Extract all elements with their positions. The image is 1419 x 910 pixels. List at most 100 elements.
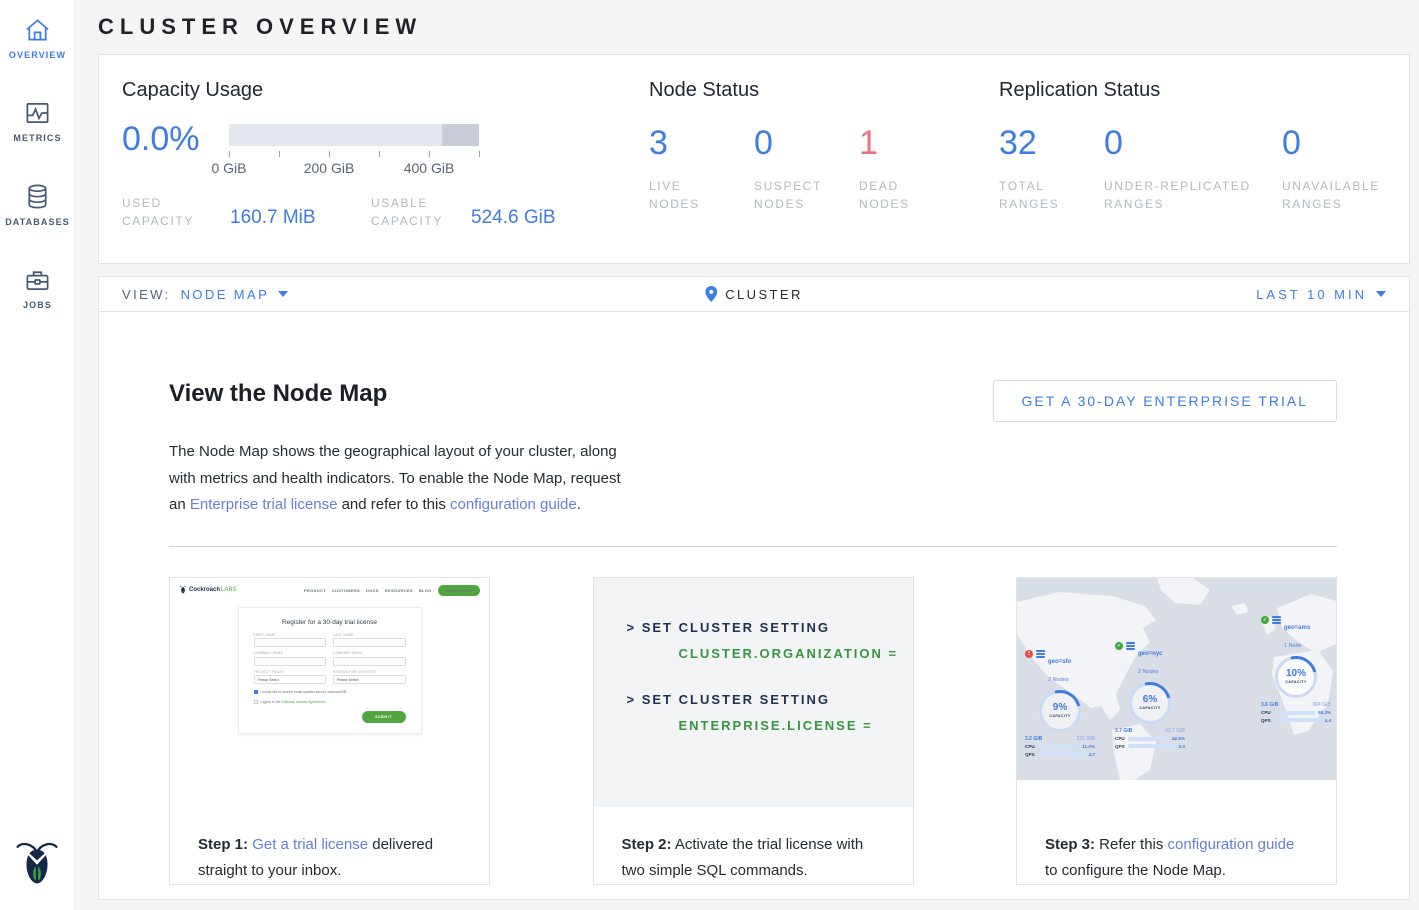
total-gib: 331 GiB <box>1076 736 1095 742</box>
unavailable-ranges-value: 0 <box>1282 126 1392 160</box>
qps-label: QPS <box>1025 752 1035 757</box>
replication-status-section: Replication Status 32 TOTAL RANGES 0 UND… <box>999 79 1409 263</box>
qps-sparkline <box>1128 744 1176 748</box>
sql-argument: CLUSTER.ORGANIZATION = <box>679 646 913 661</box>
usable-capacity-label: USABLE CAPACITY <box>371 194 457 230</box>
sidebar-item-databases[interactable]: DATABASES <box>0 166 75 227</box>
cpu-label: CPU <box>1261 710 1271 715</box>
caret-down-icon <box>278 291 288 297</box>
cluster-breadcrumb: CLUSTER <box>705 286 802 302</box>
node-map-panel: View the Node Map GET A 30-DAY ENTERPRIS… <box>98 312 1410 900</box>
step-label: Step 1: <box>198 836 248 853</box>
node-map-description: The Node Map shows the geographical layo… <box>169 439 621 519</box>
view-selector[interactable]: VIEW: NODE MAP <box>122 287 288 302</box>
cockroach-labs-logo: Cockroach LABS <box>179 585 236 595</box>
qps-sparkline <box>1038 752 1086 756</box>
sql-prompt: > <box>627 692 637 707</box>
sidebar-item-overview[interactable]: OVERVIEW <box>0 0 75 60</box>
live-nodes-value: 3 <box>649 126 754 160</box>
section-divider <box>169 546 1337 547</box>
step3-caption: Step 3: Refer this configuration guide t… <box>1017 807 1336 884</box>
sidebar-item-label: JOBS <box>0 300 75 310</box>
page-title: CLUSTER OVERVIEW <box>98 14 1410 40</box>
usable-capacity-value: 524.6 GiB <box>471 207 649 230</box>
healthy-dot-icon: ✓ <box>1115 642 1123 650</box>
suspect-nodes-label: SUSPECT NODES <box>754 177 826 213</box>
capacity-bar-chart: 0 GiB 200 GiB 400 GiB <box>229 124 479 178</box>
register-page-thumbnail: Cockroach LABS PRODUCT CUSTOMERS DOCS RE… <box>170 578 489 807</box>
description-text: . <box>577 496 581 513</box>
under-replicated-ranges-value: 0 <box>1104 126 1282 160</box>
mini-nav-item: RESOURCES <box>385 588 413 593</box>
node-map-title: View the Node Map <box>169 380 387 408</box>
axis-tick-label: 400 GiB <box>404 160 455 176</box>
capacity-percent: 6% <box>1143 695 1157 705</box>
cpu-value: 11.0% <box>1082 744 1095 749</box>
enterprise-trial-license-link[interactable]: Enterprise trial license <box>190 496 338 513</box>
capacity-usage-section: Capacity Usage 0.0% 0 GiB 200 GiB 400 Gi… <box>122 79 649 263</box>
time-range-value: LAST 10 MIN <box>1256 287 1367 302</box>
checkbox-icon <box>254 700 258 704</box>
capacity-caption: CAPACITY <box>1049 714 1070 718</box>
dead-nodes-stat: 1 DEAD NODES <box>859 126 921 213</box>
mini-nav-item: CUSTOMERS <box>332 588 360 593</box>
capacity-bar-nonusable-segment <box>442 124 480 146</box>
step-label: Step 2: <box>622 836 672 853</box>
dead-nodes-value: 1 <box>859 126 921 160</box>
qps-value: 0.0 <box>1179 744 1185 749</box>
used-gib: 3.7 GiB <box>1115 728 1132 734</box>
step3-card: ! geo=sfo 2 Nodes 9% CAPACITY <box>1016 577 1337 885</box>
get-trial-license-link[interactable]: Get a trial license <box>252 836 368 853</box>
qps-value: 4.7 <box>1089 752 1095 757</box>
node-map-thumbnail: ! geo=sfo 2 Nodes 9% CAPACITY <box>1017 578 1336 807</box>
nodes-stack-icon <box>1272 616 1281 625</box>
enterprise-trial-button[interactable]: GET A 30-DAY ENTERPRISE TRIAL <box>993 380 1338 422</box>
cluster-summary-panel: Capacity Usage 0.0% 0 GiB 200 GiB 400 Gi… <box>98 54 1410 264</box>
suspect-nodes-value: 0 <box>754 126 859 160</box>
metrics-icon <box>0 100 75 126</box>
live-nodes-label: LIVE NODES <box>649 177 711 213</box>
home-icon <box>0 17 75 43</box>
mini-download-button: DOWNLOAD <box>438 585 480 596</box>
configuration-guide-link[interactable]: configuration guide <box>1168 836 1295 853</box>
sql-command: SET CLUSTER SETTING <box>642 620 830 635</box>
axis-tick-label: 0 GiB <box>211 160 246 176</box>
qps-sparkline <box>1274 718 1322 722</box>
field-label: FIRST NAME <box>254 633 327 637</box>
step2-caption: Step 2: Activate the trial license with … <box>594 807 913 884</box>
step-label: Step 3: <box>1045 836 1095 853</box>
description-text: and refer to this <box>337 496 450 513</box>
used-capacity-label: USED CAPACITY <box>122 194 208 230</box>
field-label: LAST NAME <box>333 633 406 637</box>
sql-argument: ENTERPRISE.LICENSE = <box>679 718 913 733</box>
under-replicated-ranges-label: UNDER-REPLICATED RANGES <box>1104 177 1264 213</box>
locality-node-count: 2 Nodes <box>1138 669 1159 675</box>
form-select: Please Select <box>333 675 406 684</box>
node-status-section: Node Status 3 LIVE NODES 0 SUSPECT NODES… <box>649 79 999 263</box>
configuration-guide-link[interactable]: configuration guide <box>450 496 577 513</box>
capacity-caption: CAPACITY <box>1139 706 1160 710</box>
cluster-breadcrumb-label: CLUSTER <box>725 287 802 302</box>
axis-tick-label: 200 GiB <box>304 160 355 176</box>
capacity-usage-title: Capacity Usage <box>122 79 649 102</box>
databases-icon <box>0 183 75 210</box>
healthy-dot-icon: ✓ <box>1261 616 1269 624</box>
sidebar-item-metrics[interactable]: METRICS <box>0 83 75 143</box>
nodes-stack-icon <box>1036 650 1045 659</box>
step-text: Refer this <box>1095 836 1168 853</box>
cockroach-logo-icon[interactable] <box>14 837 60 896</box>
field-label: COMPANY NAME <box>254 651 327 655</box>
location-pin-icon <box>705 286 717 302</box>
mini-submit-button: SUBMIT <box>362 711 406 723</box>
field-label: COMPANY EMAIL <box>333 651 406 655</box>
time-range-selector[interactable]: LAST 10 MIN <box>1256 287 1386 302</box>
sidebar-item-jobs[interactable]: JOBS <box>0 250 75 310</box>
sidebar: OVERVIEW METRICS DATABASES <box>0 0 75 910</box>
sidebar-item-label: OVERVIEW <box>0 50 75 60</box>
form-input <box>333 638 406 647</box>
license-agreement-link: Software License Agreement. <box>281 700 325 704</box>
field-label: PROJECT PHASE <box>254 670 327 674</box>
total-gib: 364 GiB <box>1312 702 1331 708</box>
replication-status-title: Replication Status <box>999 79 1409 102</box>
caret-down-icon <box>1376 291 1386 297</box>
